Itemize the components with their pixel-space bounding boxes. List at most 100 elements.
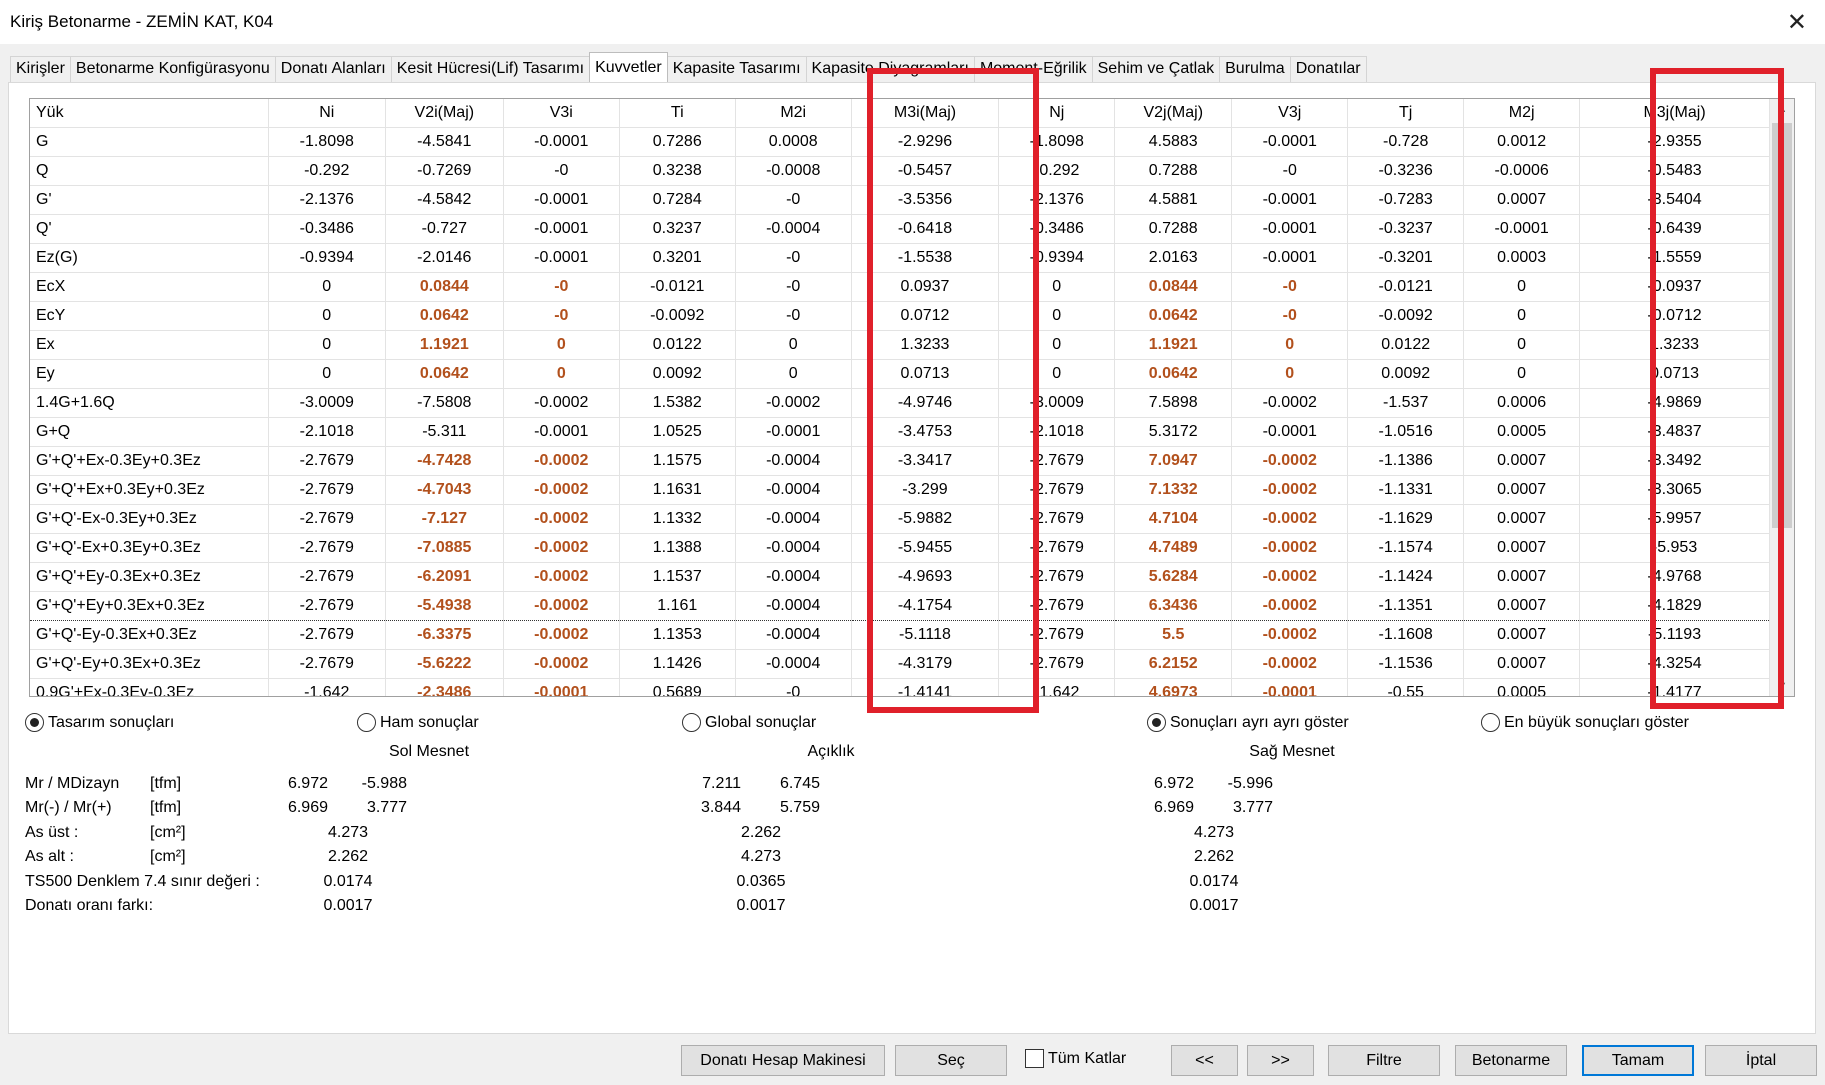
- value-cell: -4.5842: [385, 185, 504, 215]
- value-cell: 0: [998, 330, 1116, 360]
- table-row[interactable]: G'+Q'+Ex-0.3Ey+0.3Ez -2.7679 -4.7428 -0.000…: [30, 446, 1770, 476]
- column-header[interactable]: V3j: [1231, 99, 1349, 128]
- value-cell: -2.7679: [268, 562, 386, 592]
- table-row[interactable]: Q -0.292 -0.7269 -0 0.3238 -0.0008 -0.5457 -0.2…: [30, 156, 1770, 186]
- table-row[interactable]: G'+Q'-Ex+0.3Ey+0.3Ez -2.7679 -7.0885 -0.000…: [30, 533, 1770, 563]
- value-cell: -1.0516: [1347, 417, 1465, 447]
- tab-7[interactable]: Moment-Eğrilik: [973, 56, 1093, 82]
- column-header[interactable]: Tj: [1347, 99, 1465, 128]
- table-row[interactable]: G'+Q'-Ey+0.3Ex+0.3Ez -2.7679 -5.6222 -0.000…: [30, 649, 1770, 679]
- table-row[interactable]: EcY 0 0.0642 -0 -0.0092 -0 0.0712 0 0.0642 -0 -0.0…: [30, 301, 1770, 331]
- table-row[interactable]: G' -2.1376 -4.5842 -0.0001 0.7284 -0 -3.5356 -2…: [30, 185, 1770, 215]
- table-row[interactable]: Ex 0 1.1921 0 0.0122 0 1.3233 0 1.1921 0 0.0122 0 1.…: [30, 330, 1770, 360]
- value-cell: 0.0844: [385, 272, 504, 302]
- value-cell: 5.3172: [1114, 417, 1233, 447]
- value-cell: -0: [1231, 301, 1349, 331]
- result-value: 2.262: [740, 824, 782, 841]
- column-header[interactable]: Yük: [30, 99, 269, 128]
- table-row[interactable]: G'+Q'-Ex-0.3Ey+0.3Ez -2.7679 -7.127 -0.0002…: [30, 504, 1770, 534]
- forces-panel: Yük Ni V2i(Maj) V3i Ti M2i M3i(Maj) Nj V2j(Maj) V…: [8, 82, 1816, 1034]
- table-row[interactable]: Ez(G) -0.9394 -2.0146 -0.0001 0.3201 -0 -1.553…: [30, 243, 1770, 273]
- value-cell: 0.7284: [619, 185, 736, 215]
- table-row[interactable]: G'+Q'+Ey+0.3Ex+0.3Ez -2.7679 -5.4938 -0.000…: [30, 590, 1770, 621]
- tab-8[interactable]: Sehim ve Çatlak: [1091, 56, 1221, 82]
- close-icon[interactable]: ✕: [1787, 8, 1807, 37]
- radio-en-buyuk[interactable]: En büyük sonuçları göster: [1481, 713, 1689, 732]
- iptal-button[interactable]: İptal: [1705, 1045, 1817, 1076]
- tab-4[interactable]: Kuvvetler: [589, 52, 668, 82]
- value-cell: -0: [735, 678, 852, 696]
- table-row[interactable]: Ey 0 0.0642 0 0.0092 0 0.0713 0 0.0642 0 0.0092 0 0.…: [30, 359, 1770, 389]
- value-cell: 0.0007: [1463, 562, 1581, 592]
- radio-tasarim-sonuclari[interactable]: Tasarım sonuçları: [25, 713, 174, 732]
- forces-grid[interactable]: Yük Ni V2i(Maj) V3i Ti M2i M3i(Maj) Nj V2j(Maj) V…: [29, 98, 1795, 697]
- table-row[interactable]: G+Q -2.1018 -5.311 -0.0001 1.0525 -0.0001 -3.4…: [30, 417, 1770, 447]
- tab-10[interactable]: Donatılar: [1289, 56, 1367, 82]
- tab-9[interactable]: Burulma: [1219, 56, 1291, 82]
- result-value: 2.262: [327, 848, 369, 865]
- value-cell: -7.127: [385, 504, 504, 534]
- value-cell: 5.6284: [1114, 562, 1233, 592]
- column-header[interactable]: V3i: [503, 99, 620, 128]
- value-cell: 0: [1463, 330, 1581, 360]
- next-button[interactable]: >>: [1247, 1045, 1314, 1076]
- value-cell: -0.0001: [735, 417, 852, 447]
- tab-1[interactable]: Betonarme Konfigürasyonu: [69, 56, 276, 82]
- sec-button[interactable]: Seç: [895, 1045, 1007, 1076]
- value-cell: -4.1754: [851, 590, 1000, 621]
- value-cell: -0: [735, 301, 852, 331]
- tab-2[interactable]: Donatı Alanları: [274, 56, 392, 82]
- value-cell: -0.0002: [1231, 388, 1349, 418]
- load-name-cell: Q': [30, 214, 269, 244]
- scroll-thumb[interactable]: [1772, 123, 1792, 528]
- betonarme-button[interactable]: Betonarme: [1455, 1045, 1567, 1076]
- tamam-button[interactable]: Tamam: [1582, 1045, 1694, 1076]
- value-cell: -0: [503, 156, 620, 186]
- donati-hesap-makinesi-button[interactable]: Donatı Hesap Makinesi: [681, 1045, 885, 1076]
- load-name-cell: G'+Q'+Ex+0.3Ey+0.3Ez: [30, 475, 269, 505]
- table-row[interactable]: G -1.8098 -4.5841 -0.0001 0.7286 0.0008 -2.929…: [30, 127, 1770, 157]
- tab-5[interactable]: Kapasite Tasarımı: [666, 56, 807, 82]
- column-header[interactable]: Ni: [268, 99, 386, 128]
- table-row[interactable]: Q' -0.3486 -0.727 -0.0001 0.3237 -0.0004 -0.64…: [30, 214, 1770, 244]
- table-row[interactable]: G'+Q'-Ey-0.3Ex+0.3Ez -2.7679 -6.3375 -0.000…: [30, 620, 1770, 650]
- value-cell: 0.0007: [1463, 475, 1581, 505]
- radio-global-sonuclar[interactable]: Global sonuçlar: [682, 713, 816, 732]
- grid-vertical-scrollbar[interactable]: ▲ ▼: [1770, 99, 1794, 696]
- value-cell: 1.1631: [619, 475, 736, 505]
- table-row[interactable]: EcX 0 0.0844 -0 -0.0121 -0 0.0937 0 0.0844 -0 -0.0…: [30, 272, 1770, 302]
- tab-0[interactable]: Kirişler: [10, 56, 71, 82]
- load-name-cell: G'+Q'-Ey+0.3Ex+0.3Ez: [30, 649, 269, 679]
- column-header[interactable]: M3i(Maj): [851, 99, 1000, 128]
- table-row[interactable]: 1.4G+1.6Q -3.0009 -7.5808 -0.0002 1.5382 -0.0…: [30, 388, 1770, 418]
- table-row[interactable]: 0.9G'+Ex-0.3Ey-0.3Ez -1.642 -2.3486 -0.0001…: [30, 678, 1770, 696]
- table-row[interactable]: G'+Q'+Ey-0.3Ex+0.3Ez -2.7679 -6.2091 -0.000…: [30, 562, 1770, 592]
- tab-6[interactable]: Kapasite Diyagramları: [805, 56, 975, 82]
- column-header[interactable]: M2i: [735, 99, 852, 128]
- column-header[interactable]: M3j(Maj): [1579, 99, 1770, 128]
- load-name-cell: G'+Q'+Ey-0.3Ex+0.3Ez: [30, 562, 269, 592]
- tab-3[interactable]: Kesit Hücresi(Lif) Tasarımı: [390, 56, 591, 82]
- column-header[interactable]: Nj: [998, 99, 1116, 128]
- filtre-button[interactable]: Filtre: [1328, 1045, 1440, 1076]
- result-value: 2.262: [1193, 848, 1235, 865]
- column-header[interactable]: V2j(Maj): [1114, 99, 1233, 128]
- value-cell: -0: [503, 272, 620, 302]
- column-header[interactable]: Ti: [619, 99, 736, 128]
- value-cell: -2.7679: [268, 620, 386, 650]
- value-cell: -4.3254: [1579, 649, 1770, 679]
- load-name-cell: Ez(G): [30, 243, 269, 273]
- value-cell: -1.5559: [1579, 243, 1770, 273]
- scroll-up-icon[interactable]: ▲: [1770, 99, 1794, 119]
- value-cell: 0.3201: [619, 243, 736, 273]
- column-header[interactable]: M2j: [1463, 99, 1581, 128]
- value-cell: -2.3486: [385, 678, 504, 696]
- radio-ayri-goster[interactable]: Sonuçları ayrı ayrı göster: [1147, 713, 1349, 732]
- tum-katlar-checkbox[interactable]: Tüm Katlar: [1025, 1049, 1126, 1068]
- column-header[interactable]: V2i(Maj): [385, 99, 504, 128]
- previous-button[interactable]: <<: [1171, 1045, 1238, 1076]
- value-cell: -0.0937: [1579, 272, 1770, 302]
- table-row[interactable]: G'+Q'+Ex+0.3Ey+0.3Ez -2.7679 -4.7043 -0.000…: [30, 475, 1770, 505]
- scroll-down-icon[interactable]: ▼: [1770, 676, 1794, 696]
- radio-ham-sonuclar[interactable]: Ham sonuçlar: [357, 713, 479, 732]
